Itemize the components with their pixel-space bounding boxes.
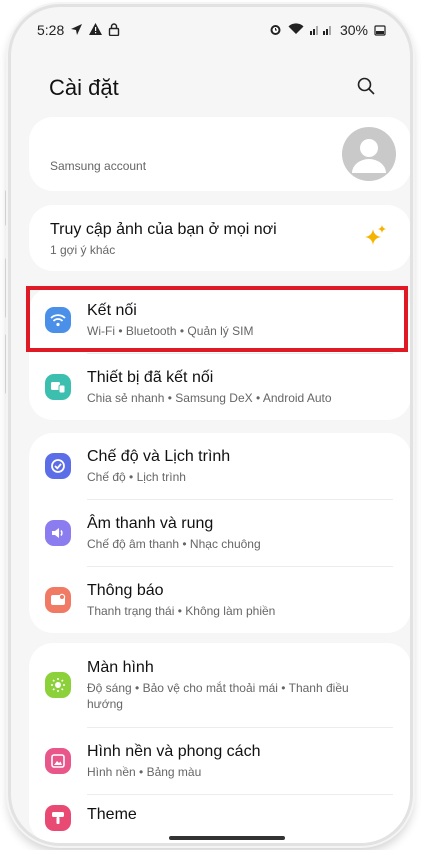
item-subtitle: Thanh trạng thái • Không làm phiền xyxy=(87,604,276,618)
home-indicator[interactable] xyxy=(169,836,285,840)
wallpaper-icon xyxy=(45,748,71,774)
suggestion-subtitle: 1 gợi ý khác xyxy=(50,243,116,257)
lock-icon xyxy=(108,22,120,38)
search-button[interactable] xyxy=(352,74,380,102)
theme-icon xyxy=(45,805,71,831)
settings-item-display[interactable]: Màn hình Độ sáng • Bảo vệ cho mắt thoải … xyxy=(29,643,410,727)
status-bar: 5:28 30% xyxy=(37,19,386,41)
settings-item-sound[interactable]: Âm thanh và rung Chế độ âm thanh • Nhạc … xyxy=(29,500,410,566)
alarm-icon xyxy=(269,23,282,38)
sparkle-icon xyxy=(365,225,387,252)
item-subtitle: Hình nền • Bảng màu xyxy=(87,765,202,779)
battery-percent: 30% xyxy=(339,22,368,38)
warning-icon xyxy=(89,23,103,37)
wifi-icon xyxy=(45,307,71,333)
settings-item-notifications[interactable]: Thông báo Thanh trạng thái • Không làm p… xyxy=(29,567,410,633)
item-subtitle: Chia sẻ nhanh • Samsung DeX • Android Au… xyxy=(87,391,332,405)
settings-item-wallpaper[interactable]: Hình nền và phong cách Hình nền • Bảng m… xyxy=(29,728,410,794)
item-title: Âm thanh và rung xyxy=(87,515,214,532)
item-subtitle: Độ sáng • Bảo vệ cho mắt thoải mái • Tha… xyxy=(87,681,349,711)
page-header: Cài đặt xyxy=(49,73,380,103)
item-title: Theme xyxy=(87,806,137,823)
modes-group: Chế độ và Lịch trình Chế độ • Lịch trình… xyxy=(29,433,410,633)
wifi-status-icon xyxy=(288,23,304,37)
settings-item-modes[interactable]: Chế độ và Lịch trình Chế độ • Lịch trình xyxy=(29,433,410,499)
display-group: Màn hình Độ sáng • Bảo vệ cho mắt thoải … xyxy=(29,643,410,843)
clock: 5:28 xyxy=(37,22,65,38)
item-title: Hình nền và phong cách xyxy=(87,743,261,760)
avatar xyxy=(342,127,396,181)
signal-icon xyxy=(309,23,334,37)
item-subtitle: Chế độ • Lịch trình xyxy=(87,470,186,484)
connected-devices-icon xyxy=(45,374,71,400)
item-subtitle: Chế độ âm thanh • Nhạc chuông xyxy=(87,537,261,551)
page-title: Cài đặt xyxy=(49,75,119,100)
display-icon xyxy=(45,672,71,698)
item-title: Thông báo xyxy=(87,582,164,599)
connections-group: Kết nối Wi-Fi • Bluetooth • Quản lý SIM … xyxy=(29,287,410,420)
suggestion-card[interactable]: Truy cập ảnh của bạn ở mọi nơi 1 gợi ý k… xyxy=(29,205,410,271)
account-label: Samsung account xyxy=(50,159,147,173)
settings-item-connected-devices[interactable]: Thiết bị đã kết nối Chia sẻ nhanh • Sams… xyxy=(29,354,410,420)
item-title: Chế độ và Lịch trình xyxy=(87,448,231,465)
item-title: Kết nối xyxy=(87,302,137,319)
settings-item-connections[interactable]: Kết nối Wi-Fi • Bluetooth • Quản lý SIM xyxy=(29,287,410,353)
phone-frame: 5:28 30% Cài đặt Samsung account Truy cậ… xyxy=(8,4,413,846)
sound-icon xyxy=(45,520,71,546)
samsung-account-card[interactable]: Samsung account xyxy=(29,117,410,191)
search-icon xyxy=(357,77,375,100)
suggestion-title: Truy cập ảnh của bạn ở mọi nơi xyxy=(50,221,277,238)
notification-icon xyxy=(45,587,71,613)
item-title: Màn hình xyxy=(87,659,154,676)
item-subtitle: Wi-Fi • Bluetooth • Quản lý SIM xyxy=(87,324,254,338)
modes-icon xyxy=(45,453,71,479)
battery-icon xyxy=(374,23,386,38)
item-title: Thiết bị đã kết nối xyxy=(87,369,214,386)
navigation-icon xyxy=(70,23,83,38)
